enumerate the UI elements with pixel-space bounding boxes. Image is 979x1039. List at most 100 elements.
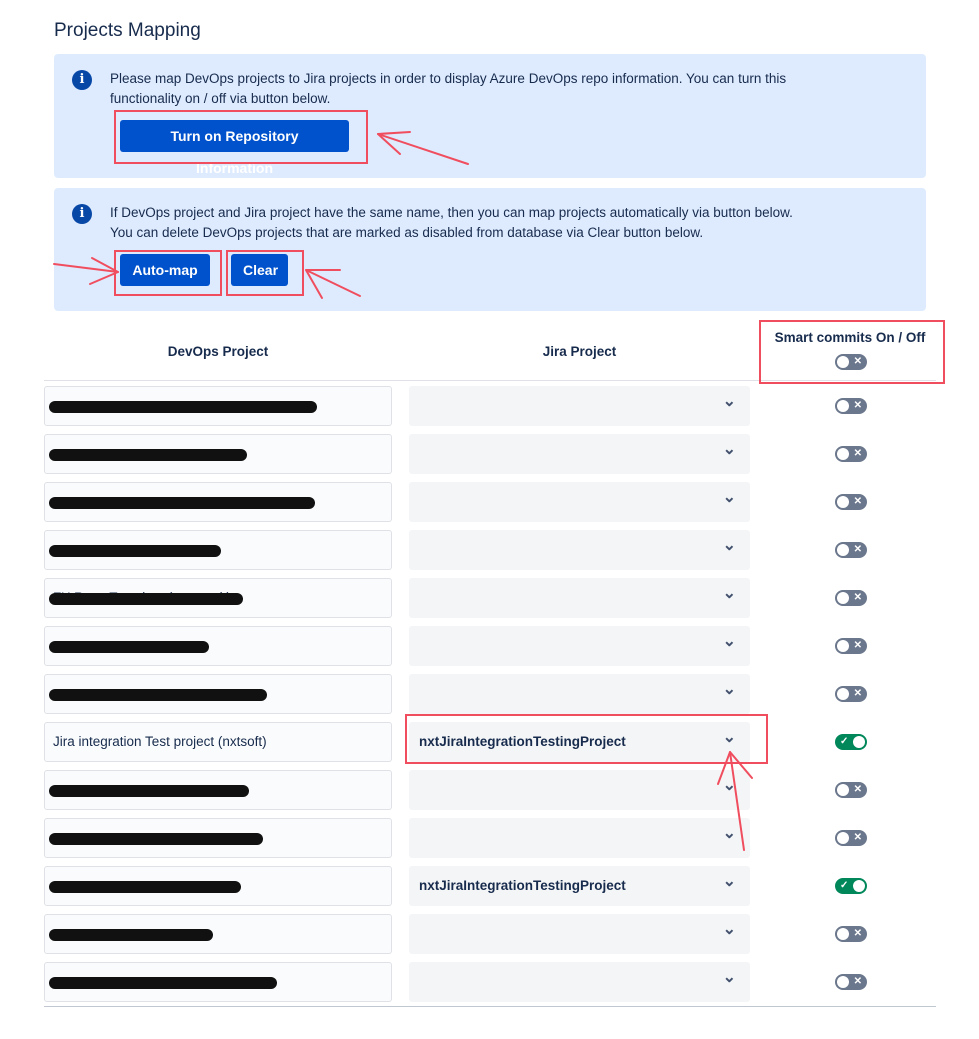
repo-info-line-1: Please map DevOps projects to Jira proje… [110, 71, 787, 86]
devops-project-field[interactable] [44, 386, 392, 426]
chevron-down-icon: ⌄ [722, 585, 736, 602]
jira-project-select[interactable]: ⌄ [409, 770, 750, 810]
chevron-down-icon: ⌄ [722, 441, 736, 458]
jira-project-select[interactable]: ⌄ [409, 386, 750, 426]
table-row: ⌄ ✕ [44, 386, 936, 428]
table-row: ⌄ ✕ [44, 434, 936, 476]
jira-project-select[interactable]: ⌄ [409, 530, 750, 570]
chevron-down-icon: ⌄ [722, 489, 736, 506]
automap-info-line-2: You can delete DevOps projects that are … [110, 225, 704, 240]
devops-project-field[interactable] [44, 962, 392, 1002]
close-icon: ✕ [853, 976, 862, 987]
chevron-down-icon: ⌄ [722, 729, 736, 746]
devops-project-field[interactable] [44, 818, 392, 858]
smart-commits-toggle[interactable]: ✕ [835, 782, 867, 798]
devops-project-field[interactable]: FX.ReactTemplate (notovosk) [44, 578, 392, 618]
close-icon: ✕ [853, 592, 862, 603]
devops-project-field[interactable] [44, 434, 392, 474]
close-icon: ✕ [853, 544, 862, 555]
toggle-knob [853, 736, 865, 748]
toggle-knob [837, 592, 849, 604]
devops-project-field[interactable] [44, 626, 392, 666]
redaction-mark [49, 881, 241, 893]
jira-project-select[interactable]: ⌄ [409, 674, 750, 714]
toggle-knob [837, 356, 849, 368]
jira-project-select[interactable]: nxtJiraIntegrationTestingProject ⌄ [409, 866, 750, 906]
table-bottom-divider [44, 1006, 936, 1007]
jira-project-select[interactable]: ⌄ [409, 578, 750, 618]
chevron-down-icon: ⌄ [722, 873, 736, 890]
jira-project-select[interactable]: ⌄ [409, 482, 750, 522]
smart-commits-toggle[interactable]: ✕ [835, 686, 867, 702]
devops-project-field[interactable]: Jira integration Test project (nxtsoft) [44, 722, 392, 762]
close-icon: ✕ [853, 448, 862, 459]
devops-project-field[interactable] [44, 770, 392, 810]
auto-map-button[interactable]: Auto-map [120, 254, 210, 286]
toggle-knob [837, 784, 849, 796]
close-icon: ✕ [853, 928, 862, 939]
table-row: Jira integration Test project (nxtsoft) n… [44, 722, 936, 764]
jira-project-select[interactable]: ⌄ [409, 818, 750, 858]
redaction-mark [49, 641, 209, 653]
smart-commits-toggle[interactable]: ✕ [835, 398, 867, 414]
page-title: Projects Mapping [54, 20, 201, 41]
jira-project-select[interactable]: ⌄ [409, 962, 750, 1002]
close-icon: ✕ [853, 832, 862, 843]
clear-button[interactable]: Clear [231, 254, 288, 286]
chevron-down-icon: ⌄ [722, 681, 736, 698]
smart-commits-header: Smart commits On / Off [774, 330, 926, 345]
smart-commits-toggle[interactable]: ✕ [835, 974, 867, 990]
table-row: nxtJiraIntegrationTestingProject ⌄ ✓ [44, 866, 936, 908]
redaction-mark [49, 545, 221, 557]
smart-commits-toggle[interactable]: ✕ [835, 926, 867, 942]
close-icon: ✕ [853, 496, 862, 507]
smart-commits-toggle[interactable]: ✕ [835, 830, 867, 846]
redaction-mark [49, 929, 213, 941]
jira-project-select[interactable]: ⌄ [409, 914, 750, 954]
repo-info-panel: i Please map DevOps projects to Jira pro… [54, 54, 926, 178]
close-icon: ✕ [853, 688, 862, 699]
smart-commits-toggle[interactable]: ✓ [835, 734, 867, 750]
chevron-down-icon: ⌄ [722, 777, 736, 794]
info-icon: i [72, 70, 92, 90]
table-row: ⌄ ✕ [44, 482, 936, 524]
smart-commits-toggle[interactable]: ✕ [835, 446, 867, 462]
close-icon: ✕ [853, 400, 862, 411]
toggle-knob [837, 832, 849, 844]
header-divider [44, 380, 936, 381]
repo-info-line-2: functionality on / off via button below. [110, 91, 331, 106]
smart-commits-toggle[interactable]: ✕ [835, 542, 867, 558]
smart-commits-toggle[interactable]: ✕ [835, 590, 867, 606]
smart-commits-master-toggle[interactable]: ✕ [835, 354, 867, 370]
jira-project-value: nxtJiraIntegrationTestingProject [419, 734, 626, 749]
toggle-knob [837, 640, 849, 652]
turn-on-repository-information-button[interactable]: Turn on Repository Information [120, 120, 349, 176]
toggle-knob [837, 928, 849, 940]
table-row: FX.ReactTemplate (notovosk) ⌄ ✕ [44, 578, 936, 620]
jira-project-select[interactable]: nxtJiraIntegrationTestingProject ⌄ [409, 722, 750, 762]
table-row: ⌄ ✕ [44, 626, 936, 668]
devops-project-field[interactable] [44, 674, 392, 714]
toggle-knob [837, 544, 849, 556]
redaction-mark [49, 401, 317, 413]
check-icon: ✓ [840, 880, 849, 891]
smart-commits-toggle[interactable]: ✕ [835, 638, 867, 654]
repo-info-text: Please map DevOps projects to Jira proje… [110, 69, 886, 109]
jira-project-select[interactable]: ⌄ [409, 434, 750, 474]
toggle-knob [837, 448, 849, 460]
table-row: ⌄ ✕ [44, 530, 936, 572]
chevron-down-icon: ⌄ [722, 393, 736, 410]
jira-project-value: nxtJiraIntegrationTestingProject [419, 878, 626, 893]
devops-project-field[interactable] [44, 866, 392, 906]
devops-project-field[interactable] [44, 914, 392, 954]
smart-commits-toggle[interactable]: ✕ [835, 494, 867, 510]
toggle-knob [837, 976, 849, 988]
toggle-knob [837, 400, 849, 412]
smart-commits-toggle[interactable]: ✓ [835, 878, 867, 894]
jira-project-select[interactable]: ⌄ [409, 626, 750, 666]
devops-project-field[interactable] [44, 482, 392, 522]
redaction-mark [49, 449, 247, 461]
automap-info-line-1: If DevOps project and Jira project have … [110, 205, 793, 220]
devops-project-field[interactable] [44, 530, 392, 570]
close-icon: ✕ [853, 784, 862, 795]
